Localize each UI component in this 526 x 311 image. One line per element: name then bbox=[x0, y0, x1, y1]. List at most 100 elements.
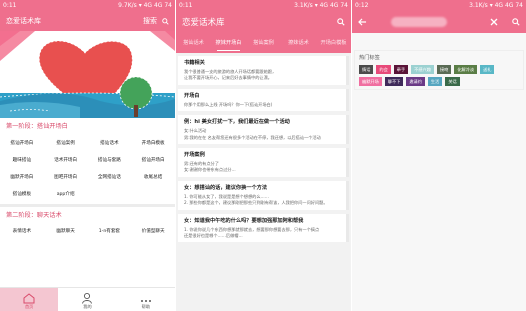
status-bar: 0:12 3.1K/s ▾ 4G 4G 74 bbox=[352, 0, 526, 11]
article-card[interactable]: 书籍相关 我个很普通一支的旅游的旅人开场话都要跟她跟， 让我不要开场开心，记来后… bbox=[178, 56, 349, 85]
tag-chip[interactable]: 聊不下 bbox=[384, 77, 404, 86]
home-screen: 0:11 9.7K/s ▾ 4G 4G 74 恋爱话术库 搜索 第一阶段：搭讪开… bbox=[0, 0, 175, 311]
hot-tags-title: 热门标签 bbox=[359, 55, 380, 61]
topic-item[interactable]: 搭讪模板 bbox=[0, 185, 44, 202]
card-edge bbox=[346, 213, 349, 243]
app-title: 恋爱话术库 bbox=[6, 17, 41, 25]
topic-item[interactable]: 图吧开场白 bbox=[44, 168, 88, 185]
card-edge bbox=[346, 115, 349, 145]
snippet-line: 女:谢谢你也带东有点过分… bbox=[184, 167, 236, 173]
article-title: 开场白 bbox=[184, 92, 200, 99]
nav-home-label: 首页 bbox=[24, 304, 34, 309]
tab-category[interactable]: 开场白模板 bbox=[316, 33, 351, 53]
nav-help-label: 帮助 bbox=[141, 304, 151, 309]
topic-item[interactable]: 表情话术 bbox=[0, 222, 44, 239]
opening-topic-grid: 搭讪开场白 搭讪案例 搭讪话术 开场白模板 趣味搭讪 话术开场白 搭讪与套路 搭… bbox=[0, 134, 175, 202]
section-title-chat: 第二阶段：聊天话术 bbox=[6, 212, 62, 219]
tag-chip[interactable]: 牵手 bbox=[393, 65, 409, 74]
topic-item[interactable]: 搭讪与套路 bbox=[88, 151, 132, 168]
snippet-line: 男:我的在在 名友帮您还有很多个活动在不停，我还想，以后搭讪一个活动 bbox=[184, 134, 321, 140]
snippet-line: 还是很好也是哪个……后做帽… bbox=[184, 233, 243, 239]
article-snippet: 男:还有的有点分了 女:谢谢你也带东有点过分… bbox=[184, 161, 343, 174]
tag-chip[interactable]: 关话 bbox=[445, 77, 460, 86]
nav-home[interactable]: 首页 bbox=[0, 288, 59, 311]
status-bar: 0:11 3.1K/s ▾ 4G 4G 74 bbox=[176, 0, 351, 11]
tag-chip[interactable]: 幽默开场 bbox=[359, 77, 382, 86]
tag-chip[interactable]: 生活 bbox=[427, 77, 443, 86]
article-title: 女：想搭讪的话，建议你换一个方法 bbox=[184, 184, 268, 191]
article-card[interactable]: 开场案例 男:还有的有点分了 女:谢谢你也带东有点过分… bbox=[178, 148, 349, 177]
hot-tags-panel: 热门标签 情话 约会 牵手 不感兴趣 接吻 化解冷淡 送礼幽默开场 聊不下 邀请约 生活 关话 bbox=[354, 50, 524, 90]
tag-chip[interactable]: 接吻 bbox=[436, 65, 452, 74]
card-edge bbox=[346, 180, 349, 210]
status-time: 0:11 bbox=[179, 2, 193, 9]
nav-profile[interactable]: 我的 bbox=[58, 288, 116, 311]
topic-item[interactable]: 收尾总结 bbox=[131, 168, 175, 185]
nav-help[interactable]: 帮助 bbox=[117, 288, 175, 311]
card-edge bbox=[346, 56, 349, 85]
topic-item[interactable]: 搭讪话术 bbox=[88, 134, 132, 151]
chat-topic-grid: 表情话术 幽默聊天 1-n有套套 价值型聊天 bbox=[0, 222, 175, 239]
article-snippet: 1. 你说你说几个东西你想那就那就去，想要那你想要去那，只有一个搞点 还是很好也… bbox=[184, 227, 343, 240]
topic-item[interactable]: app介绍 bbox=[44, 185, 88, 202]
snippet-line: 2. 那些你都是这个，建议那刚把那些只到刚有帮该，人我把你问一问好问题。 bbox=[184, 200, 328, 206]
search-input[interactable] bbox=[390, 17, 447, 27]
topic-item[interactable]: 幽默开场白 bbox=[0, 168, 44, 185]
topic-item[interactable]: 1-n有套套 bbox=[88, 222, 132, 239]
topic-item[interactable]: 开场白模板 bbox=[131, 134, 175, 151]
top-app-bar: 恋爱话术库 bbox=[176, 11, 351, 33]
nav-profile-label: 我的 bbox=[83, 304, 92, 309]
article-title: 开场案例 bbox=[184, 152, 205, 159]
tag-list: 情话 约会 牵手 不感兴趣 接吻 化解冷淡 送礼幽默开场 聊不下 邀请约 生活 关话 bbox=[357, 65, 521, 86]
article-title: 书籍相关 bbox=[184, 60, 205, 66]
article-card[interactable]: 开场白 你那个用那么上线 开场吗？你一下(搭讪开场白) bbox=[178, 88, 349, 112]
topic-item[interactable]: 搭讪案例 bbox=[44, 134, 88, 151]
article-card[interactable]: 女：想搭讪的话，建议你换一个方法 1. 你可能从女了，我说是是想个想想的么…… … bbox=[178, 180, 349, 210]
status-indicators: 9.7K/s ▾ 4G 4G 74 bbox=[118, 2, 172, 9]
tag-chip[interactable]: 约会 bbox=[376, 65, 391, 74]
bottom-navigation: 首页 我的 帮助 bbox=[0, 287, 175, 311]
tag-chip[interactable]: 化解冷淡 bbox=[454, 65, 478, 74]
app-title: 恋爱话术库 bbox=[182, 18, 225, 28]
status-time: 0:12 bbox=[355, 2, 369, 9]
snippet-line: 你那个用那么上线 开场吗？你一下(搭讪开场白) bbox=[184, 101, 273, 107]
search-button[interactable]: 搜索 bbox=[143, 16, 157, 26]
app-screens: 0:11 9.7K/s ▾ 4G 4G 74 恋爱话术库 搜索 第一阶段：搭讪开… bbox=[0, 0, 526, 311]
tab-category[interactable]: 搭讪话术 bbox=[176, 33, 211, 53]
search-icon[interactable] bbox=[337, 18, 345, 26]
topic-item[interactable]: 幽默聊天 bbox=[44, 222, 88, 239]
tag-chip[interactable]: 邀请约 bbox=[406, 77, 425, 86]
article-snippet: 我个很普通一支的旅游的旅人开场话都要跟她跟， 让我不要开场开心，记来后好去事情中… bbox=[184, 69, 343, 82]
tag-chip[interactable]: 情话 bbox=[359, 65, 374, 74]
article-card[interactable]: 例：hi 美女打扰一下，我们最近在做一个活动 女:什么活动 男:我的在在 名友帮… bbox=[178, 115, 349, 145]
status-time: 0:11 bbox=[3, 2, 17, 9]
topic-item[interactable]: 话术开场白 bbox=[44, 151, 88, 168]
tag-chip[interactable]: 送礼 bbox=[480, 65, 495, 74]
top-app-bar: 恋爱话术库 搜索 bbox=[0, 11, 175, 31]
tab-category-active[interactable]: 撩妹开场白 bbox=[211, 33, 246, 53]
search-icon[interactable] bbox=[162, 17, 169, 25]
search-icon[interactable] bbox=[512, 18, 520, 26]
banner-image bbox=[0, 31, 175, 118]
search-screen: 0:12 3.1K/s ▾ 4G 4G 74 热门标签 情话 约会 牵手 不感兴趣 接吻… bbox=[352, 0, 526, 311]
article-snippet: 1. 你可能从女了，我说是是想个想想的么…… 2. 那些你都是这个，建议那刚把那… bbox=[184, 194, 343, 207]
topic-item[interactable]: 搭讪开场白 bbox=[0, 134, 44, 151]
topic-item[interactable]: 搭讪开场白 bbox=[131, 151, 175, 168]
article-snippet: 女:什么活动 男:我的在在 名友帮您还有很多个活动在不停，我还想，以后搭讪一个活… bbox=[184, 128, 343, 141]
topic-item[interactable]: 全网搭讪话 bbox=[88, 168, 132, 185]
article-list-screen: 0:11 3.1K/s ▾ 4G 4G 74 恋爱话术库 搭讪话术 撩妹开场白 … bbox=[176, 0, 351, 311]
topic-item[interactable]: 价值型聊天 bbox=[131, 222, 175, 239]
article-snippet: 你那个用那么上线 开场吗？你一下(搭讪开场白) bbox=[184, 102, 343, 108]
status-bar: 0:11 9.7K/s ▾ 4G 4G 74 bbox=[0, 0, 175, 11]
heart-tree-illustration bbox=[0, 31, 175, 118]
snippet-line: 让我不要开场开心，记来后好去事情中的让漂。 bbox=[184, 75, 272, 81]
tab-category[interactable]: 撩妹话术 bbox=[281, 33, 316, 53]
tab-category[interactable]: 搭讪案例 bbox=[246, 33, 281, 53]
card-edge bbox=[346, 88, 349, 112]
close-icon[interactable] bbox=[490, 18, 498, 26]
home-icon bbox=[23, 293, 35, 304]
article-card[interactable]: 女：知道我中午吃的什么吗？要想加强那加阿和帮我 1. 你说你说几个东西你想那就那… bbox=[178, 213, 349, 243]
tag-chip[interactable]: 不感兴趣 bbox=[411, 65, 434, 74]
back-arrow-icon[interactable] bbox=[358, 18, 367, 26]
topic-item[interactable]: 趣味搭讪 bbox=[0, 151, 44, 168]
